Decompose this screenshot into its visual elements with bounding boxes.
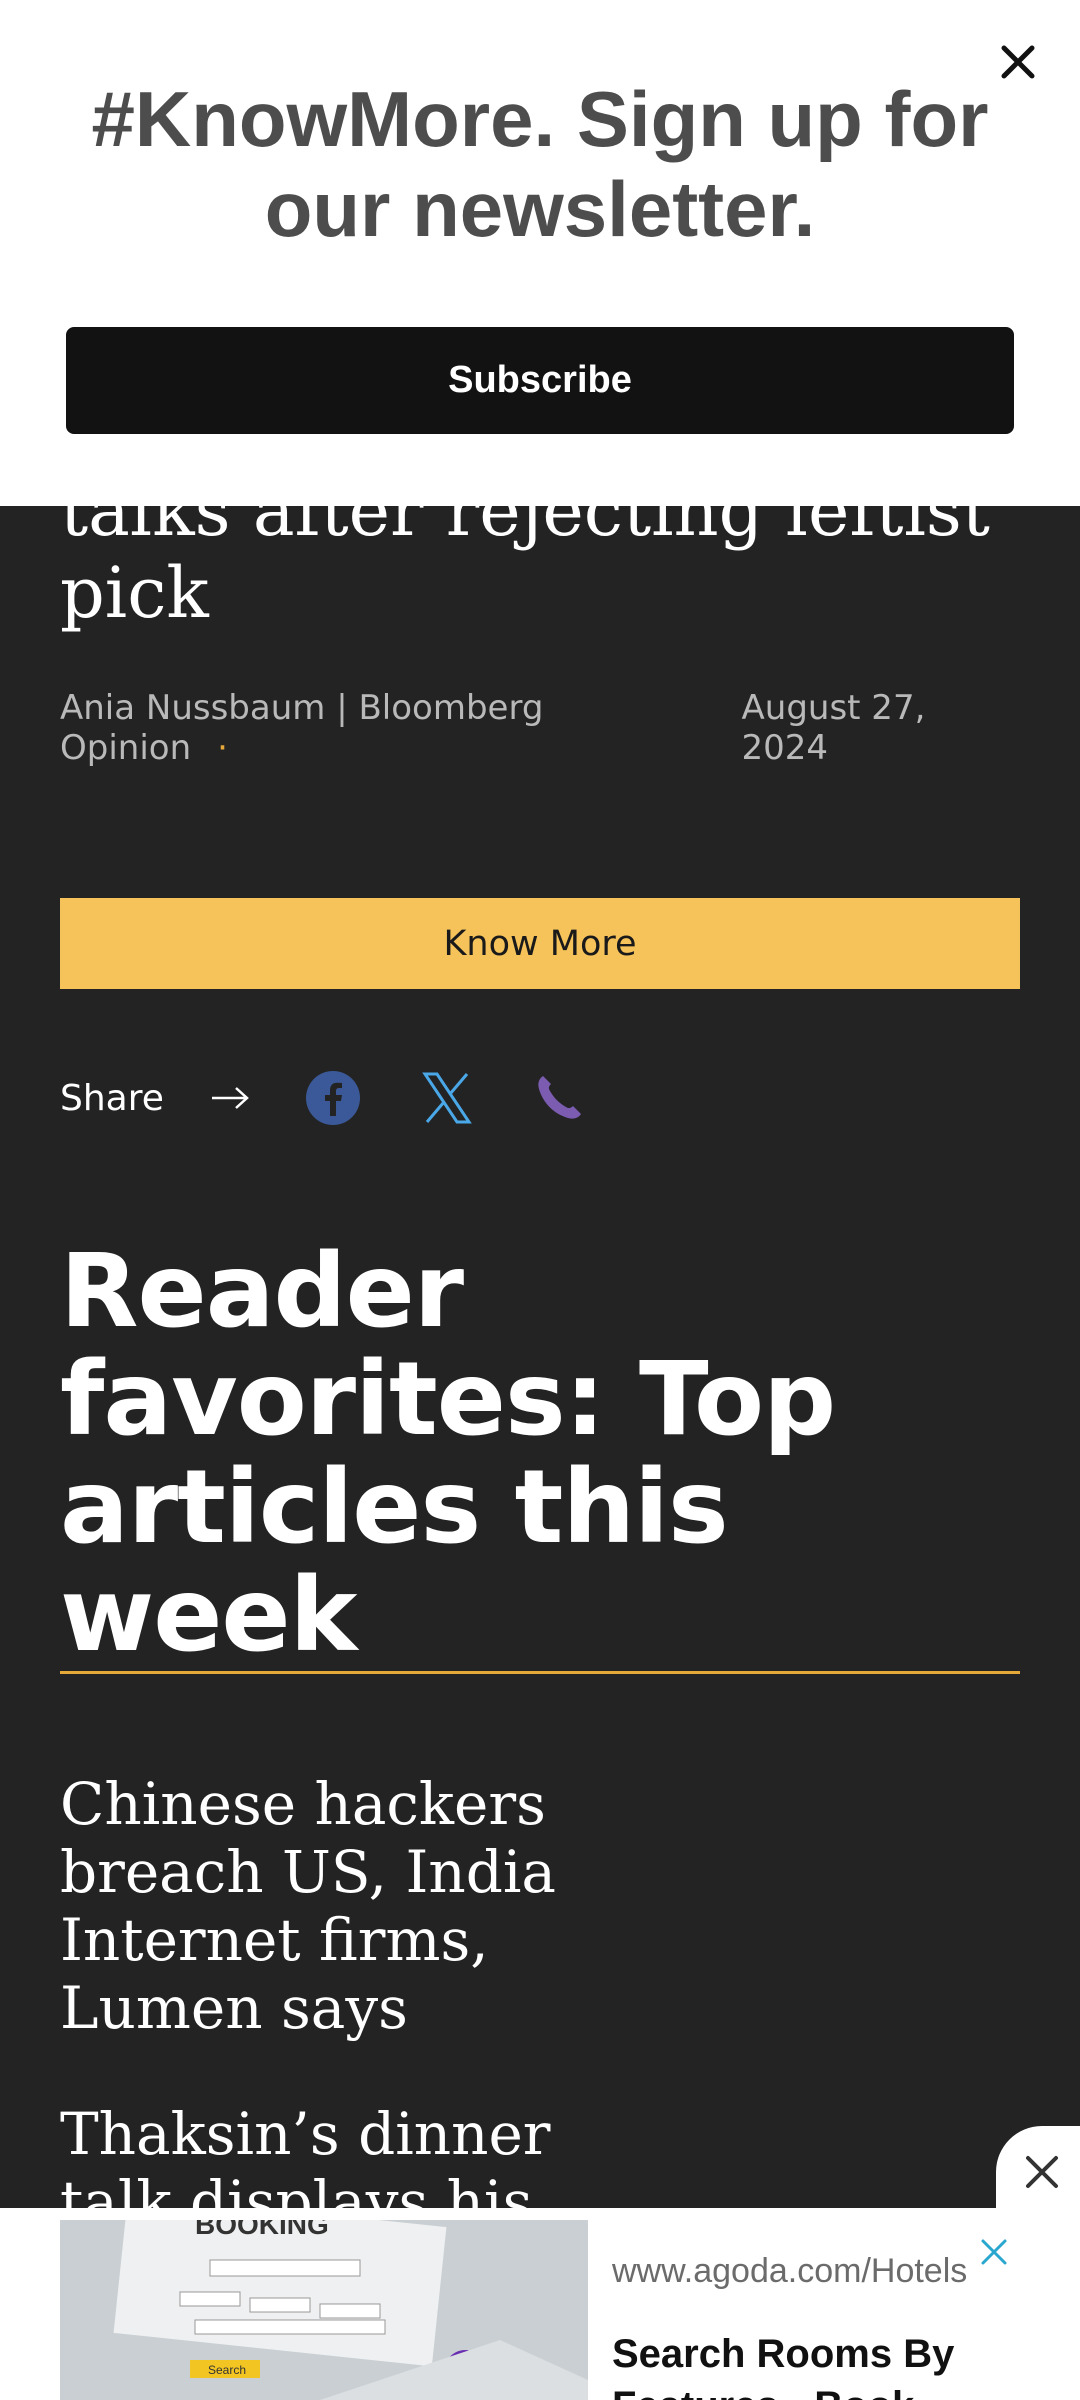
ad-headline[interactable]: Search Rooms By Features - Book	[612, 2328, 1032, 2400]
ad-image-text: BOOKING	[195, 2220, 329, 2240]
ad-choices-close-icon[interactable]	[974, 2232, 1014, 2272]
story-link[interactable]: Chinese hackers breach US, India Interne…	[60, 1770, 660, 2042]
newsletter-popup: #KnowMore. Sign up for our newsletter. S…	[0, 0, 1080, 506]
byline: Ania Nussbaum | Bloomberg Opinion · Augus…	[60, 688, 1020, 768]
know-more-button[interactable]: Know More	[60, 898, 1020, 989]
section-divider	[60, 1671, 1020, 1674]
headline-line-2: pick	[60, 552, 209, 634]
ad-image-search-text: Search	[208, 2363, 246, 2377]
ad-image[interactable]: BOOKING Search	[60, 2220, 588, 2400]
ad-banner[interactable]: BOOKING Search www.agoda.com/Hotels Sear…	[0, 2208, 1080, 2400]
author-name[interactable]: Ania Nussbaum | Bloomberg Opinion	[60, 688, 543, 768]
share-label: Share	[60, 1077, 164, 1119]
byline-separator: ·	[217, 728, 228, 768]
newsletter-title: #KnowMore. Sign up for our newsletter.	[91, 75, 989, 253]
subscribe-button[interactable]: Subscribe	[66, 327, 1014, 434]
x-icon[interactable]	[419, 1070, 475, 1126]
share-row: Share	[60, 1068, 587, 1128]
facebook-icon[interactable]	[305, 1070, 361, 1126]
arrow-right-icon	[210, 1086, 250, 1110]
ad-url[interactable]: www.agoda.com/Hotels	[612, 2252, 972, 2296]
reader-favorites-title: Reader favorites: Top articles this week	[60, 1232, 836, 1675]
phone-icon[interactable]	[531, 1070, 587, 1126]
publish-date: August 27, 2024	[741, 688, 926, 768]
ad-close-button[interactable]	[996, 2126, 1080, 2218]
